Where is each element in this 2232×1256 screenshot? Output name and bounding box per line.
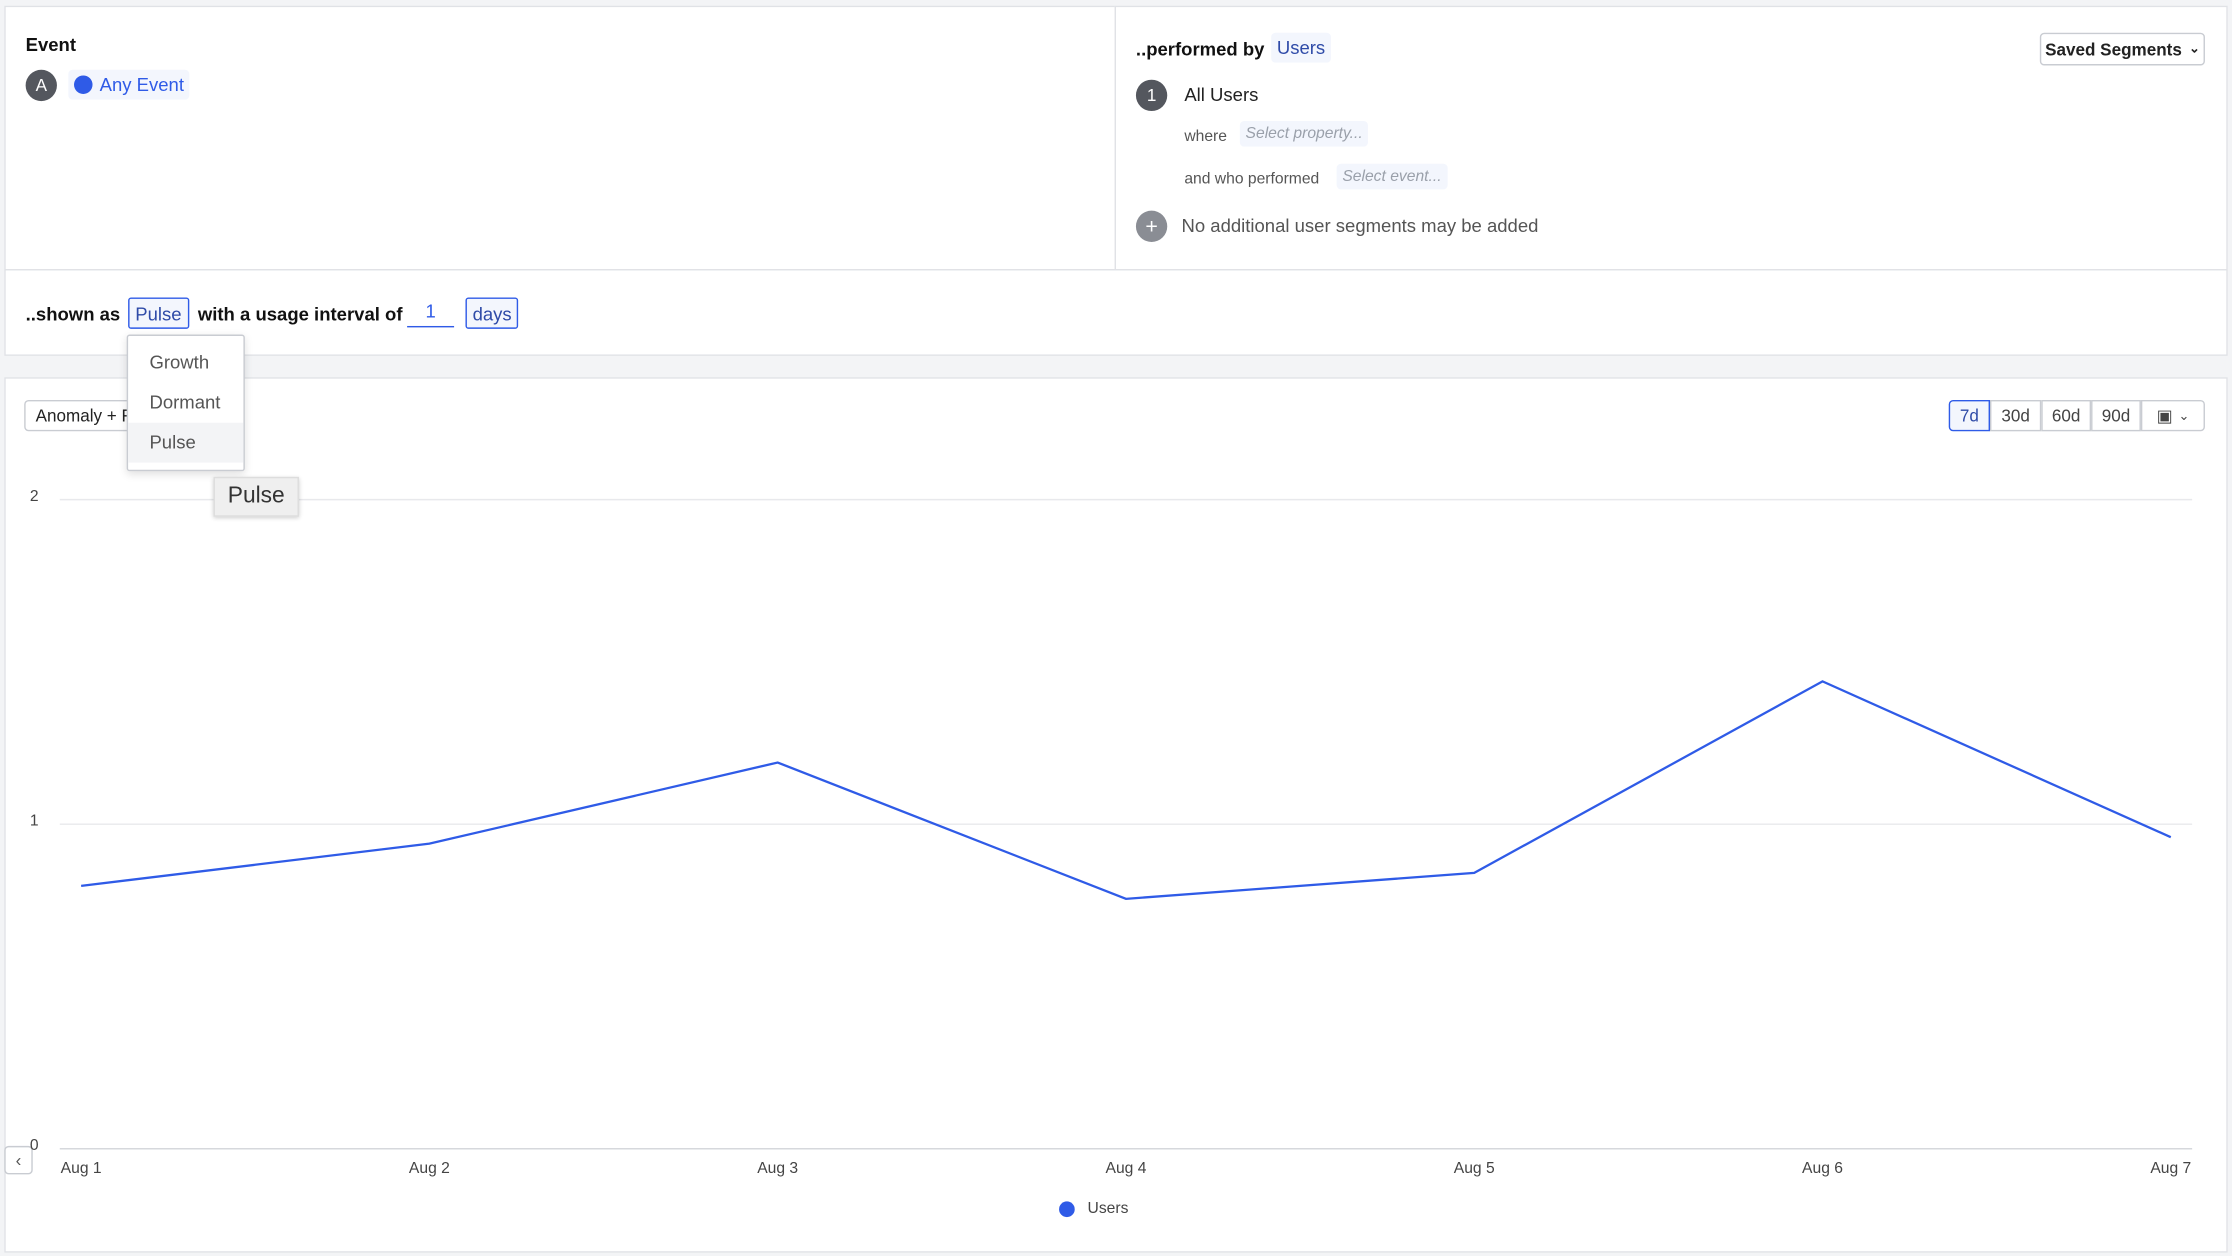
- x-tick-label: Aug 3: [757, 1160, 799, 1178]
- series-line-users: [81, 680, 2172, 900]
- y-tick-label: 2: [29, 488, 39, 506]
- legend-swatch: [1059, 1200, 1075, 1217]
- tooltip: Pulse: [213, 476, 299, 517]
- data-point[interactable]: [1470, 869, 1479, 878]
- x-tick-label: Aug 5: [1453, 1160, 1495, 1178]
- line-chart: [59, 498, 2193, 1150]
- y-tick-label: 1: [29, 812, 39, 830]
- data-point[interactable]: [2167, 833, 2176, 842]
- menu-item-growth[interactable]: Growth: [128, 343, 243, 383]
- x-tick-label: Aug 2: [408, 1160, 450, 1178]
- y-tick-label: 0: [29, 1137, 39, 1155]
- mode-dropdown-menu: Growth Dormant Pulse: [126, 334, 245, 472]
- app: Event A Any Event ..performed by Users S…: [0, 0, 2232, 1256]
- data-point[interactable]: [1122, 895, 1131, 904]
- legend[interactable]: Users: [1059, 1200, 1128, 1217]
- x-tick-label: Aug 4: [1105, 1160, 1147, 1178]
- menu-item-pulse[interactable]: Pulse: [128, 422, 244, 463]
- x-tick-label: Aug 6: [1802, 1160, 1843, 1178]
- data-point[interactable]: [773, 758, 782, 767]
- menu-item-dormant[interactable]: Dormant: [128, 383, 243, 423]
- data-point[interactable]: [77, 882, 86, 891]
- range-7d[interactable]: 7d: [1948, 399, 1991, 432]
- x-tick-label: Aug 7: [2150, 1160, 2192, 1178]
- data-point[interactable]: [425, 839, 434, 848]
- legend-label: Users: [1087, 1199, 1129, 1218]
- data-point[interactable]: [1818, 677, 1827, 686]
- x-tick-label: Aug 1: [60, 1160, 102, 1178]
